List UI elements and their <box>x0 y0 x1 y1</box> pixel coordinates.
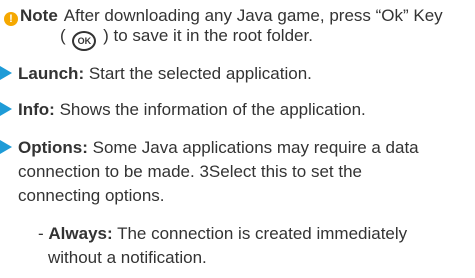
triangle-bullet-icon <box>0 102 12 116</box>
desc-info: Shows the information of the application… <box>59 100 366 119</box>
note-icon: ! <box>4 12 18 26</box>
desc-options: Some Java applications may require a dat… <box>92 138 419 157</box>
paren-open: ( <box>60 26 66 45</box>
dash: - <box>38 224 44 243</box>
desc-options-cont2: connecting options. <box>18 186 165 205</box>
term-options: Options: <box>18 138 88 157</box>
list-item-options: Options: Some Java applications may requ… <box>0 136 419 160</box>
triangle-bullet-icon <box>0 140 12 154</box>
desc-always-cont: without a notification. <box>48 248 207 267</box>
term-launch: Launch: <box>18 64 85 83</box>
note-text-tail: ) to save it in the root folder. <box>103 26 313 45</box>
list-item-info: Info: Shows the information of the appli… <box>0 98 366 122</box>
desc-launch: Start the selected application. <box>88 64 312 83</box>
note: ! Note After downloading any Java game, pr… <box>4 6 472 26</box>
sub-item-always: - Always: The connection is created imme… <box>38 222 407 246</box>
list-item-launch: Launch: Start the selected application. <box>0 62 312 86</box>
term-info: Info: <box>18 100 55 119</box>
ok-key-icon: OK <box>72 31 97 51</box>
triangle-bullet-icon <box>0 66 12 80</box>
note-text-line1: After downloading any Java game, press “… <box>63 6 443 25</box>
term-always: Always: <box>48 224 113 243</box>
note-label: Note <box>20 6 58 25</box>
desc-options-cont1: connection to be made. 3Select this to s… <box>18 162 362 181</box>
desc-always: The connection is created immediately <box>117 224 408 243</box>
note-text-line2: ( OK ) to save it in the root folder. <box>60 26 313 51</box>
